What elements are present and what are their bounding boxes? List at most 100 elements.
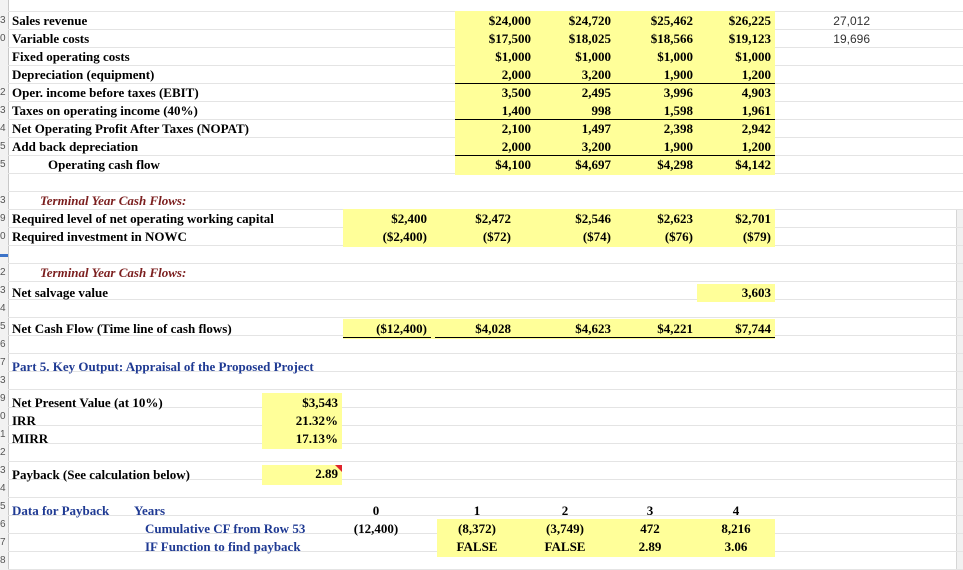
cell-payback-cum-4[interactable]: 8,216 (697, 520, 775, 538)
vertical-scrollbar[interactable] (956, 210, 963, 570)
cell-ebit-year-4[interactable]: 4,903 (697, 84, 775, 102)
cell-add-dep-year-3[interactable]: 1,900 (615, 138, 697, 156)
cell-depreciation-year-3[interactable]: 1,900 (615, 66, 697, 84)
cell-variable-costs-year-3[interactable]: $18,566 (615, 30, 697, 48)
spreadsheet[interactable]: Sales revenue $24,000 $24,720 $25,462 $26,22… (0, 0, 963, 570)
row-number[interactable]: 3 (0, 282, 8, 300)
cell-payback-if-3[interactable]: 2.89 (615, 538, 685, 556)
row-number[interactable]: 7 (0, 534, 8, 552)
cell-variable-costs-year-5[interactable]: 19,696 (790, 30, 870, 48)
cell-fixed-costs-year-2[interactable]: $1,000 (535, 48, 615, 66)
cell-depreciation-year-2[interactable]: 3,200 (535, 66, 615, 84)
row-number[interactable]: 1 (0, 426, 8, 444)
cell-nopat-year-1[interactable]: 2,100 (455, 120, 535, 138)
cell-payback-years-1[interactable]: 1 (437, 502, 517, 520)
cell-depreciation-year-1[interactable]: 2,000 (455, 66, 535, 84)
row-number[interactable]: 3 (0, 462, 8, 480)
cell-payback-if-1[interactable]: FALSE (437, 538, 517, 556)
cell-nowc-invest-year-1[interactable]: ($72) (435, 228, 515, 246)
cell-payback-years-3[interactable]: 3 (615, 502, 685, 520)
cell-nowc-invest-year-2[interactable]: ($74) (515, 228, 615, 246)
row-number[interactable]: 5 (0, 138, 8, 156)
cell-irr[interactable]: 21.32% (262, 412, 342, 430)
cell-net-cash-flow-year-0[interactable]: ($12,400) (343, 320, 431, 338)
cell-sales-revenue-year-4[interactable]: $26,225 (697, 12, 775, 30)
cell-ocf-year-3[interactable]: $4,298 (615, 156, 697, 174)
row-number[interactable]: 2 (0, 84, 8, 102)
cell-add-dep-year-4[interactable]: 1,200 (697, 138, 775, 156)
cell-fixed-costs-year-4[interactable]: $1,000 (697, 48, 775, 66)
cell-ebit-year-2[interactable]: 2,495 (535, 84, 615, 102)
row-number[interactable]: 5 (0, 498, 8, 516)
row-number[interactable]: 9 (0, 210, 8, 228)
cell-payback-if-2[interactable]: FALSE (515, 538, 615, 556)
row-number[interactable]: 2 (0, 444, 8, 462)
cell-nopat-year-3[interactable]: 2,398 (615, 120, 697, 138)
cell-net-salvage[interactable]: 3,603 (697, 284, 775, 302)
cell-net-cash-flow-year-1[interactable]: $4,028 (435, 320, 515, 338)
row-number[interactable]: 0 (0, 30, 8, 48)
cell-nowc-level-year-2[interactable]: $2,546 (515, 210, 615, 228)
cell-payback-if-4[interactable]: 3.06 (697, 538, 775, 556)
cell-payback[interactable]: 2.89 (262, 465, 342, 485)
row-number[interactable]: 0 (0, 408, 8, 426)
cell-fixed-costs-year-1[interactable]: $1,000 (455, 48, 535, 66)
row-number[interactable]: 5 (0, 156, 8, 174)
cell-payback-years-0[interactable]: 0 (343, 502, 409, 520)
cell-add-dep-year-1[interactable]: 2,000 (455, 138, 535, 156)
cell-nowc-level-year-1[interactable]: $2,472 (435, 210, 515, 228)
cell-payback-years-2[interactable]: 2 (515, 502, 615, 520)
cell-add-dep-year-2[interactable]: 3,200 (535, 138, 615, 156)
cell-ebit-year-1[interactable]: 3,500 (455, 84, 535, 102)
cell-npv[interactable]: $3,543 (262, 394, 342, 412)
cell-nowc-level-year-3[interactable]: $2,623 (615, 210, 697, 228)
cell-sales-revenue-year-5[interactable]: 27,012 (790, 12, 870, 30)
cell-payback-cum-2[interactable]: (3,749) (515, 520, 615, 538)
cell-payback-cum-3[interactable]: 472 (615, 520, 685, 538)
cell-nowc-level-year-4[interactable]: $2,701 (697, 210, 775, 228)
cell-variable-costs-year-2[interactable]: $18,025 (535, 30, 615, 48)
cell-variable-costs-year-4[interactable]: $19,123 (697, 30, 775, 48)
cell-sales-revenue-year-1[interactable]: $24,000 (455, 12, 535, 30)
row-number[interactable]: 8 (0, 552, 8, 570)
cell-payback-cum-0[interactable]: (12,400) (343, 520, 409, 538)
row-number[interactable]: 6 (0, 336, 8, 354)
cell-taxes-year-3[interactable]: 1,598 (615, 102, 697, 120)
cell-taxes-year-2[interactable]: 998 (535, 102, 615, 120)
cell-mirr[interactable]: 17.13% (262, 430, 342, 448)
row-number[interactable]: 6 (0, 516, 8, 534)
cell-payback-cum-1[interactable]: (8,372) (437, 520, 517, 538)
row-number[interactable]: 3 (0, 12, 8, 30)
row-number[interactable]: 0 (0, 228, 8, 246)
cell-nowc-invest-year-4[interactable]: ($79) (697, 228, 775, 246)
row-number[interactable]: 3 (0, 102, 8, 120)
cell-net-cash-flow-year-4[interactable]: $7,744 (697, 320, 775, 338)
row-number[interactable]: 3 (0, 192, 8, 210)
cell-nowc-invest-year-3[interactable]: ($76) (615, 228, 697, 246)
cell-depreciation-year-4[interactable]: 1,200 (697, 66, 775, 84)
cell-nowc-invest-year-0[interactable]: ($2,400) (343, 228, 431, 246)
cell-net-cash-flow-year-2[interactable]: $4,623 (515, 320, 615, 338)
cell-taxes-year-4[interactable]: 1,961 (697, 102, 775, 120)
cell-ebit-year-3[interactable]: 3,996 (615, 84, 697, 102)
row-number[interactable]: 9 (0, 390, 8, 408)
comment-indicator-icon[interactable] (335, 465, 342, 472)
cell-nowc-level-year-0[interactable]: $2,400 (343, 210, 431, 228)
row-number[interactable]: 3 (0, 372, 8, 390)
cell-sales-revenue-year-2[interactable]: $24,720 (535, 12, 615, 30)
row-number[interactable]: 2 (0, 264, 8, 282)
cell-sales-revenue-year-3[interactable]: $25,462 (615, 12, 697, 30)
row-number[interactable]: 4 (0, 480, 8, 498)
cell-fixed-costs-year-3[interactable]: $1,000 (615, 48, 697, 66)
row-number[interactable]: 5 (0, 318, 8, 336)
cell-net-cash-flow-year-3[interactable]: $4,221 (615, 320, 697, 338)
cell-ocf-year-1[interactable]: $4,100 (455, 156, 535, 174)
cell-nopat-year-2[interactable]: 1,497 (535, 120, 615, 138)
row-number[interactable]: 7 (0, 354, 8, 372)
cell-payback-years-4[interactable]: 4 (697, 502, 775, 520)
row-number[interactable]: 4 (0, 300, 8, 318)
cell-ocf-year-2[interactable]: $4,697 (535, 156, 615, 174)
cell-nopat-year-4[interactable]: 2,942 (697, 120, 775, 138)
cell-variable-costs-year-1[interactable]: $17,500 (455, 30, 535, 48)
cell-payback-if-0[interactable] (343, 538, 409, 556)
